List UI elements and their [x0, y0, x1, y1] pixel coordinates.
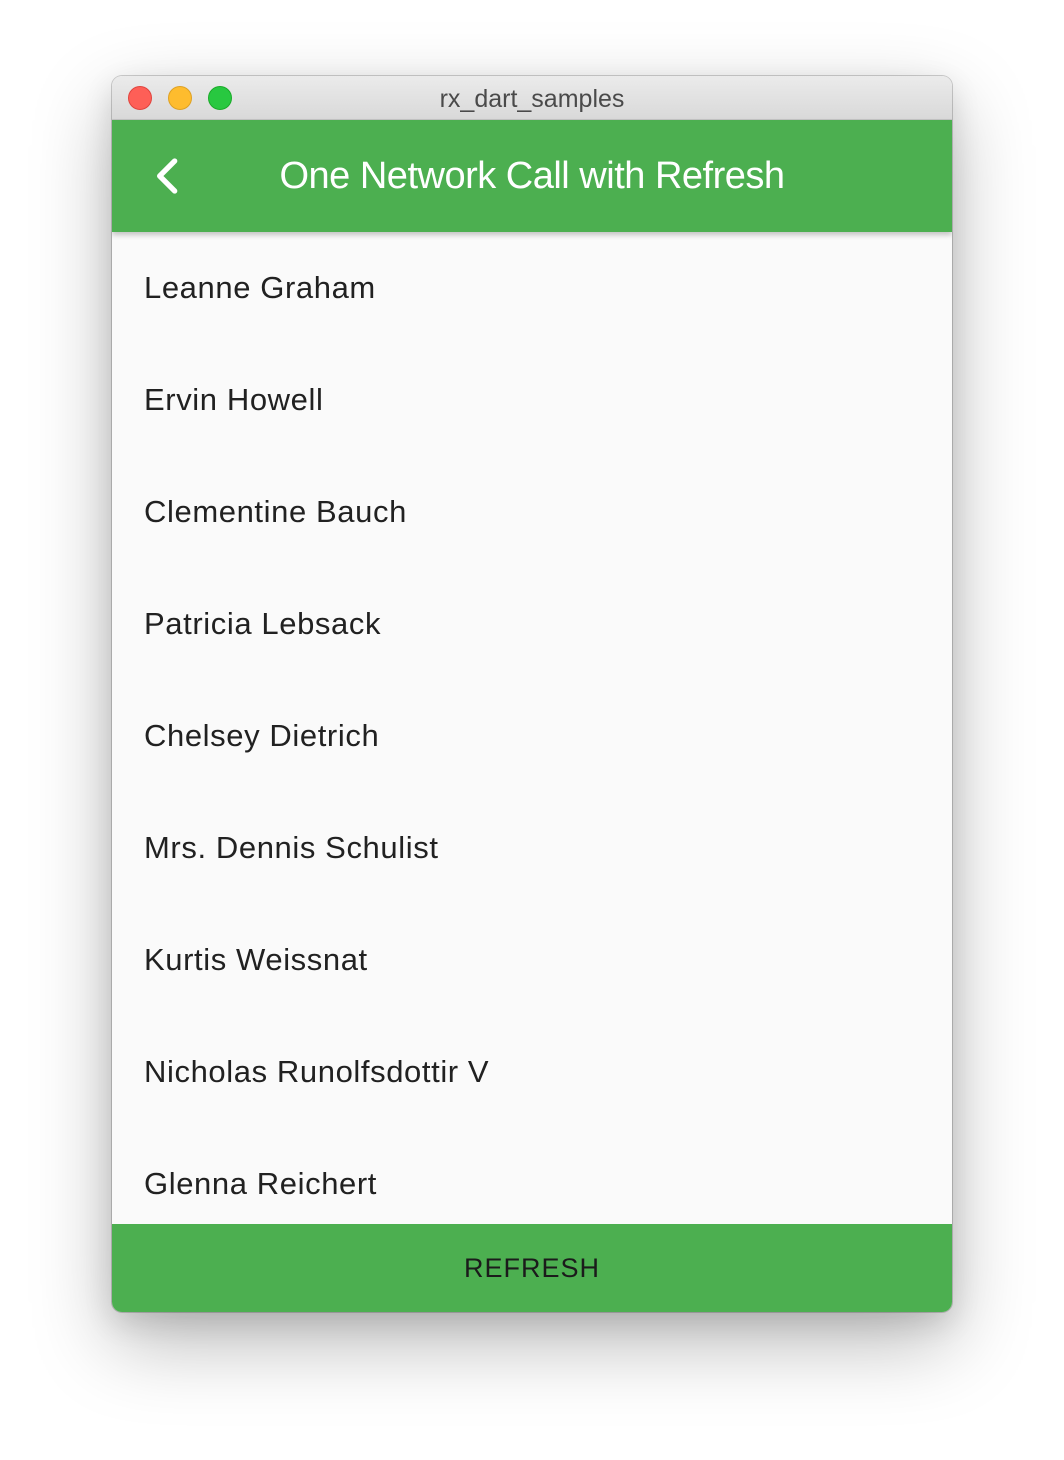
list-item[interactable]: Kurtis Weissnat: [112, 904, 952, 1016]
chevron-left-icon: [157, 158, 178, 194]
app-window: rx_dart_samples One Network Call with Re…: [112, 76, 952, 1312]
list-item[interactable]: Chelsey Dietrich: [112, 680, 952, 792]
user-name: Nicholas Runolfsdottir V: [144, 1054, 490, 1089]
user-name: Ervin Howell: [144, 382, 324, 417]
list-item[interactable]: Patricia Lebsack: [112, 568, 952, 680]
list-item[interactable]: Glenna Reichert: [112, 1128, 952, 1224]
page-title: One Network Call with Refresh: [279, 155, 785, 197]
user-name: Glenna Reichert: [144, 1166, 378, 1201]
window-title: rx_dart_samples: [439, 85, 625, 113]
back-button[interactable]: [136, 144, 200, 208]
window-titlebar[interactable]: rx_dart_samples: [112, 76, 952, 120]
user-name: Patricia Lebsack: [144, 606, 382, 641]
list-item[interactable]: Nicholas Runolfsdottir V: [112, 1016, 952, 1128]
refresh-button[interactable]: REFRESH: [112, 1224, 952, 1312]
list-item[interactable]: Mrs. Dennis Schulist: [112, 792, 952, 904]
user-name: Kurtis Weissnat: [144, 942, 368, 977]
user-name: Leanne Graham: [144, 270, 376, 305]
list-item[interactable]: Clementine Bauch: [112, 456, 952, 568]
user-list[interactable]: Leanne Graham Ervin Howell Clementine Ba…: [112, 232, 952, 1224]
user-name: Mrs. Dennis Schulist: [144, 830, 439, 865]
list-item[interactable]: Ervin Howell: [112, 344, 952, 456]
list-item[interactable]: Leanne Graham: [112, 232, 952, 344]
app-bar: One Network Call with Refresh: [112, 120, 952, 232]
user-name: Clementine Bauch: [144, 494, 407, 529]
refresh-button-label: REFRESH: [463, 1252, 600, 1283]
user-name: Chelsey Dietrich: [144, 718, 380, 753]
